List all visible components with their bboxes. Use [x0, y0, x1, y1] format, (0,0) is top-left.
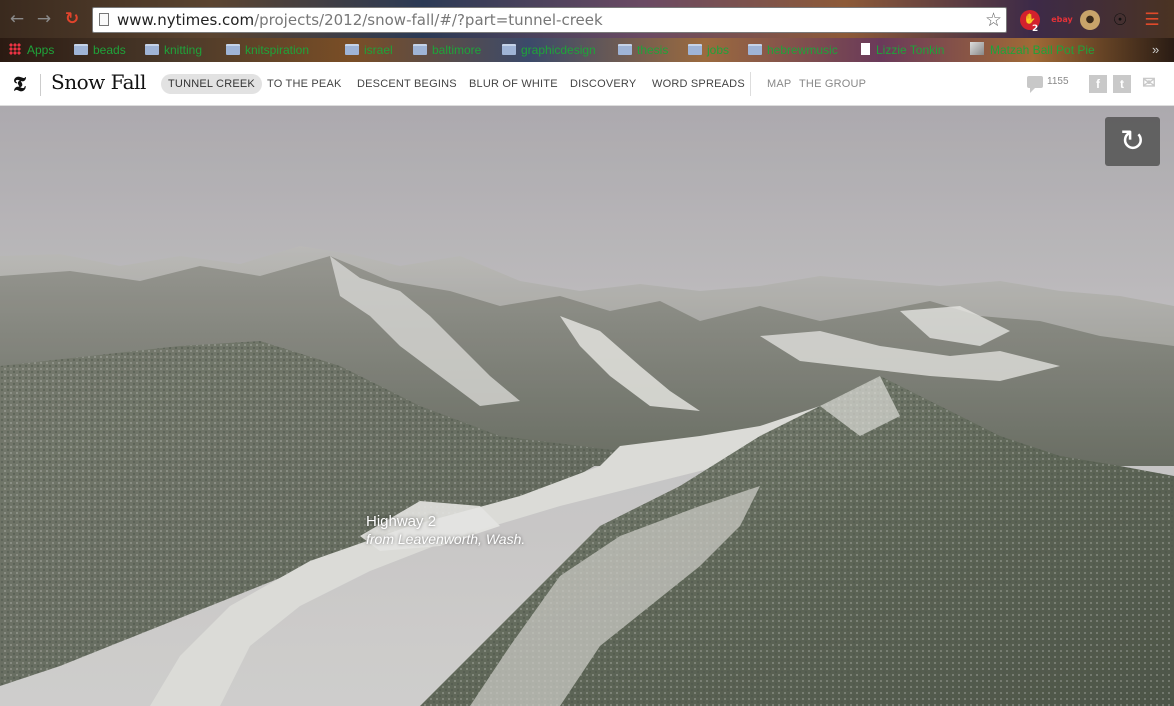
back-arrow-icon[interactable]: ←: [7, 9, 27, 29]
tab-word-spreads[interactable]: WORD SPREADS: [652, 74, 745, 94]
ebay-label: ebay: [1051, 15, 1073, 24]
reload-icon[interactable]: ↻: [62, 9, 82, 29]
folder-icon: [226, 44, 240, 55]
extension-icon[interactable]: ●: [1080, 10, 1100, 30]
bookmark-lizzie-tonkin[interactable]: Lizzie Tonkin: [861, 40, 944, 60]
folder-icon: [413, 44, 427, 55]
bookmarks-bar: Apps beads knitting knitspiration israel…: [0, 38, 1174, 62]
bookmark-thesis[interactable]: thesis: [618, 40, 668, 60]
bookmark-label: hebrewmusic: [767, 43, 838, 57]
facebook-icon[interactable]: f: [1089, 75, 1107, 93]
bookmarks-overflow-icon[interactable]: »: [1152, 40, 1159, 60]
folder-icon: [345, 44, 359, 55]
bookmark-apps[interactable]: Apps: [9, 40, 54, 60]
replay-icon: ↻: [1119, 124, 1146, 159]
logo-divider: [40, 74, 41, 96]
bookmark-label: graphicdesign: [521, 43, 596, 57]
bookmark-knitting[interactable]: knitting: [145, 40, 202, 60]
forward-arrow-icon[interactable]: →: [34, 9, 54, 29]
nav-divider: [750, 72, 751, 96]
apps-grid-icon: [9, 43, 21, 55]
folder-icon: [618, 44, 632, 55]
folder-icon: [74, 44, 88, 55]
tab-discovery[interactable]: DISCOVERY: [570, 74, 636, 94]
twitter-icon[interactable]: t: [1113, 75, 1131, 93]
address-url[interactable]: www.nytimes.com/projects/2012/snow-fall/…: [117, 11, 603, 29]
bookmark-israel[interactable]: israel: [345, 40, 393, 60]
page-icon: [99, 13, 109, 26]
bookmark-knitspiration[interactable]: knitspiration: [226, 40, 309, 60]
bookmark-label: israel: [364, 43, 393, 57]
tab-the-group[interactable]: THE GROUP: [799, 74, 866, 94]
timer-extension-icon[interactable]: ☉: [1110, 10, 1130, 30]
mountain-landscape-image: [0, 106, 1174, 706]
page-title[interactable]: Snow Fall: [51, 70, 146, 94]
tab-blur-of-white[interactable]: BLUR OF WHITE: [469, 74, 558, 94]
ebay-extension-icon[interactable]: ebay: [1050, 10, 1074, 30]
bookmark-label: knitspiration: [245, 43, 310, 57]
tab-map[interactable]: MAP: [767, 74, 791, 94]
bookmark-label: Lizzie Tonkin: [876, 43, 945, 57]
bookmark-label: beads: [93, 43, 126, 57]
url-path: /projects/2012/snow-fall/#/?part=tunnel-…: [254, 11, 603, 29]
folder-icon: [748, 44, 762, 55]
bookmark-graphicdesign[interactable]: graphicdesign: [502, 40, 596, 60]
bookmark-jobs[interactable]: jobs: [688, 40, 729, 60]
caption-title: Highway 2: [366, 513, 437, 530]
bookmark-matzah-ball-pot-pie[interactable]: Matzah Ball Pot Pie: [970, 40, 1095, 60]
url-host: www.nytimes.com: [117, 11, 255, 29]
site-header: 𝕿 Snow Fall TUNNEL CREEK TO THE PEAK DES…: [0, 62, 1174, 106]
bookmark-hebrewmusic[interactable]: hebrewmusic: [748, 40, 838, 60]
bookmark-baltimore[interactable]: baltimore: [413, 40, 481, 60]
email-icon[interactable]: ✉: [1137, 75, 1161, 93]
bookmark-label: baltimore: [432, 43, 482, 57]
comment-icon[interactable]: [1027, 76, 1043, 93]
bookmark-label: Matzah Ball Pot Pie: [990, 43, 1095, 57]
page-icon: [861, 43, 870, 55]
tab-tunnel-creek[interactable]: TUNNEL CREEK: [161, 74, 262, 94]
bookmark-label: thesis: [637, 43, 669, 57]
nyt-logo-icon[interactable]: 𝕿: [13, 71, 26, 97]
bookmark-label: Apps: [27, 43, 55, 57]
bookmark-star-icon[interactable]: ☆: [985, 9, 1002, 31]
image-icon: [970, 42, 984, 55]
hero-video[interactable]: Highway 2 from Leavenworth, Wash.: [0, 106, 1174, 706]
menu-icon[interactable]: ☰: [1142, 10, 1162, 30]
tab-descent-begins[interactable]: DESCENT BEGINS: [357, 74, 457, 94]
folder-icon: [688, 44, 702, 55]
folder-icon: [502, 44, 516, 55]
tab-to-the-peak[interactable]: TO THE PEAK: [267, 74, 342, 94]
browser-toolbar: ← → ↻ www.nytimes.com/projects/2012/snow…: [0, 0, 1174, 38]
map-caption: Highway 2 from Leavenworth, Wash.: [366, 513, 525, 547]
bookmark-beads[interactable]: beads: [74, 40, 126, 60]
bookmark-label: knitting: [164, 43, 203, 57]
caption-subtitle: from Leavenworth, Wash.: [366, 531, 526, 547]
replay-button[interactable]: ↻: [1105, 117, 1160, 166]
folder-icon: [145, 44, 159, 55]
address-bar[interactable]: www.nytimes.com/projects/2012/snow-fall/…: [92, 7, 1007, 33]
bookmark-label: jobs: [707, 43, 730, 57]
extension-badge: 2: [1032, 24, 1039, 34]
comment-count[interactable]: 1155: [1047, 76, 1069, 87]
